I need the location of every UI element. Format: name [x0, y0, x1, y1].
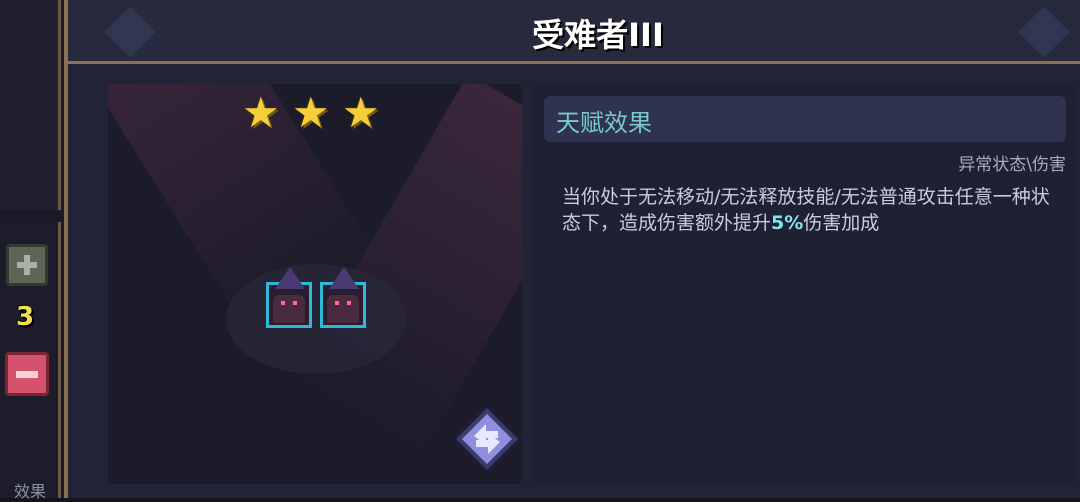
unit-card[interactable]	[266, 267, 312, 328]
refresh-icon	[451, 403, 523, 475]
page-title: 受难者III	[532, 16, 664, 54]
desc-highlight-value: 5%	[771, 212, 804, 234]
refresh-button[interactable]	[451, 403, 523, 475]
increase-button[interactable]	[6, 244, 48, 286]
unit-eye	[293, 301, 297, 305]
quantity-value: 3	[15, 302, 35, 332]
star-rating: ★ ★ ★	[242, 92, 384, 134]
star-icon: ★	[242, 88, 280, 137]
talent-info-panel: 天赋效果 异常状态\伤害 当你处于无法移动/无法释放技能/无法普通攻击任意一种状…	[532, 84, 1074, 484]
minus-icon	[16, 371, 38, 378]
unit-sprite	[327, 295, 359, 323]
unit-sprite	[273, 295, 305, 323]
wizard-hat-icon	[275, 267, 305, 289]
unit-eye	[347, 301, 351, 305]
talent-header: 天赋效果	[544, 96, 1066, 142]
desc-text-suffix: 伤害加成	[803, 212, 880, 234]
decrease-button[interactable]	[5, 352, 49, 396]
stage-floor	[226, 264, 406, 374]
unit-card[interactable]	[320, 267, 366, 328]
effect-tab-label[interactable]: 效果	[14, 478, 46, 502]
unit-eye	[335, 301, 339, 305]
talent-tags: 异常状态\伤害	[958, 155, 1066, 175]
talent-header-title: 天赋效果	[556, 109, 652, 137]
star-icon: ★	[292, 88, 330, 137]
plus-icon-bar	[24, 255, 30, 275]
unit-eye	[281, 301, 285, 305]
star-icon: ★	[342, 88, 380, 137]
side-panel: 3 效果	[0, 0, 64, 501]
talent-description: 当你处于无法移动/无法释放技能/无法普通攻击任意一种状态下，造成伤害额外提升5%…	[562, 184, 1062, 236]
wizard-hat-icon	[329, 267, 359, 289]
